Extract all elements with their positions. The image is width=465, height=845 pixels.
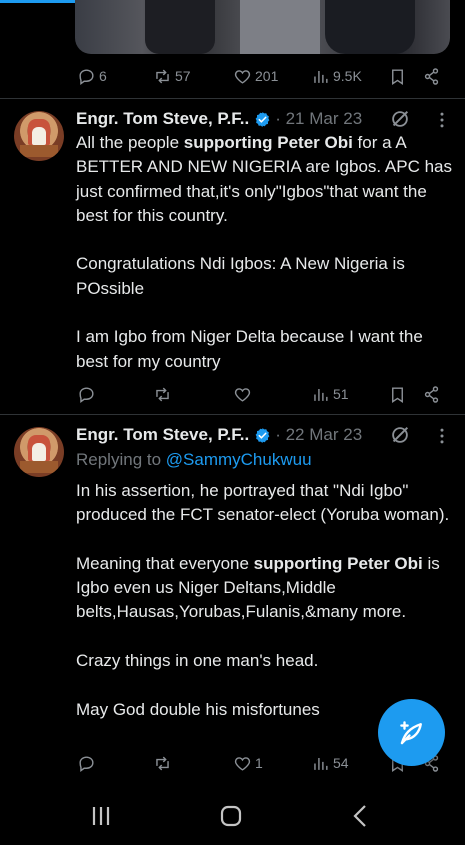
views-icon (314, 70, 328, 83)
verified-icon (255, 427, 270, 443)
bookmark-button[interactable] (388, 382, 407, 406)
grok-icon[interactable] (389, 108, 411, 130)
tweet-header: Engr. Tom Steve, P.F.. · 21 Mar 23 (76, 106, 362, 132)
like-button[interactable]: 1 (233, 751, 263, 775)
tweet-text: In his assertion, he portrayed that "Ndi… (76, 481, 450, 719)
reply-handle-link[interactable]: @SammyChukwuu (166, 450, 312, 469)
tweet-header: Engr. Tom Steve, P.F.. · 22 Mar 23 (76, 422, 362, 448)
compose-button[interactable] (378, 699, 445, 766)
tweet-text: All the people supporting Peter Obi for … (76, 133, 453, 371)
avatar[interactable] (14, 427, 64, 477)
views-button[interactable]: 51 (311, 382, 349, 406)
tweet-date[interactable]: · 22 Mar 23 (275, 425, 362, 445)
more-icon[interactable] (432, 110, 452, 130)
recents-icon[interactable] (86, 803, 116, 829)
repost-button[interactable] (153, 382, 175, 406)
reply-icon (79, 68, 94, 85)
views-icon (314, 388, 328, 401)
share-icon (424, 385, 439, 403)
bookmark-button[interactable] (388, 64, 407, 88)
share-button[interactable] (422, 64, 441, 88)
views-icon (314, 757, 328, 770)
bookmark-icon (392, 68, 403, 85)
repost-icon (156, 387, 169, 401)
like-button[interactable] (233, 382, 255, 406)
repost-button[interactable] (153, 751, 175, 775)
author-name[interactable]: Engr. Tom Steve, P.F.. (76, 425, 249, 445)
divider (0, 98, 465, 99)
verified-icon (255, 111, 270, 127)
reply-button[interactable] (77, 751, 99, 775)
repost-icon (156, 69, 169, 83)
reply-button[interactable] (77, 382, 99, 406)
share-icon (424, 67, 439, 85)
grok-icon[interactable] (389, 424, 411, 446)
repost-icon (156, 756, 169, 770)
system-nav-bar (0, 785, 465, 845)
compose-icon (399, 720, 422, 744)
like-icon (234, 387, 251, 402)
like-icon (234, 756, 251, 771)
views-button[interactable]: 9.5K (311, 64, 362, 88)
more-icon[interactable] (432, 426, 452, 446)
avatar[interactable] (14, 111, 64, 161)
like-icon (234, 69, 251, 84)
home-icon[interactable] (216, 803, 246, 829)
replying-to: Replying to @SammyChukwuu (76, 450, 312, 469)
share-button[interactable] (422, 382, 441, 406)
tweet-date[interactable]: · 21 Mar 23 (275, 109, 362, 129)
views-button[interactable]: 54 (311, 751, 349, 775)
reply-icon (79, 386, 94, 403)
top-tweet-actions: 6 57 201 9.5K (75, 64, 450, 88)
like-button[interactable]: 201 (233, 64, 278, 88)
tweet-actions: 51 (75, 382, 450, 406)
divider (0, 414, 465, 415)
repost-button[interactable]: 57 (153, 64, 191, 88)
bookmark-icon (392, 386, 403, 403)
reply-button[interactable]: 6 (77, 64, 107, 88)
reply-icon (79, 755, 94, 772)
author-name[interactable]: Engr. Tom Steve, P.F.. (76, 109, 249, 129)
back-icon[interactable] (346, 803, 376, 829)
tweet-media-image[interactable] (75, 0, 450, 54)
